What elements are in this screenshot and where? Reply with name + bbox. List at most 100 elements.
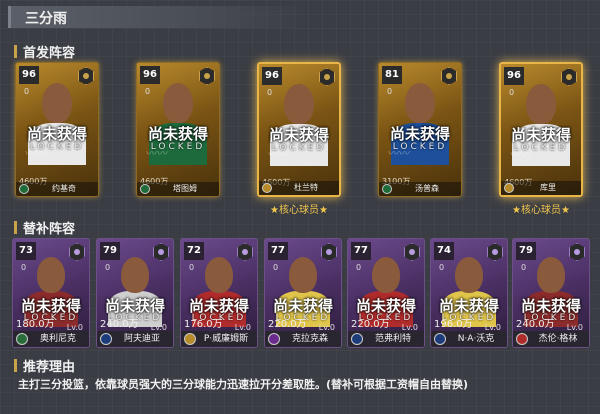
overall-rating: 79 bbox=[100, 242, 120, 260]
badge-dot bbox=[409, 249, 415, 255]
player-name: 奥利尼克 bbox=[39, 334, 76, 344]
overall-rating: 72 bbox=[184, 242, 204, 260]
badge-dot bbox=[158, 249, 164, 255]
player-head bbox=[163, 83, 193, 123]
bench-heading: 替补阵容 bbox=[14, 218, 75, 237]
starter-card[interactable]: 810〰〰尚未获得LOCKED3100万汤普森 bbox=[378, 62, 462, 197]
player-name: 阿夫迪亚 bbox=[123, 334, 160, 344]
overall-rating: 79 bbox=[516, 242, 536, 260]
sub-rating: 0 bbox=[21, 263, 27, 272]
sub-rating: 0 bbox=[189, 263, 195, 272]
bench-title: 替补阵容 bbox=[23, 222, 76, 237]
salary-value: 196.0万 bbox=[434, 319, 473, 330]
player-name: 塔图姆 bbox=[173, 184, 197, 193]
overall-rating: 74 bbox=[434, 242, 454, 260]
salary-value: 220.0万 bbox=[268, 319, 307, 330]
team-logo-icon bbox=[19, 184, 29, 194]
badge-dot bbox=[326, 249, 332, 255]
sub-rating: 0 bbox=[105, 263, 111, 272]
starter-card[interactable]: 960〰〰尚未获得LOCKED4600万库里 bbox=[499, 62, 583, 197]
bench-card[interactable]: 79 0 尚未获得 LOCKED 240.0万 Lv.0 阿夫迪亚 bbox=[96, 238, 174, 348]
starters-title: 首发阵容 bbox=[23, 46, 76, 61]
sub-rating: 0 bbox=[145, 87, 151, 96]
overall-rating: 96 bbox=[262, 67, 282, 85]
player-name: 杜兰特 bbox=[294, 183, 318, 192]
overall-rating: 81 bbox=[382, 66, 402, 84]
sub-rating: 0 bbox=[509, 88, 515, 97]
player-head bbox=[455, 257, 483, 293]
badge-dot bbox=[566, 74, 572, 80]
page-title-bar: 三分雨 bbox=[8, 6, 308, 28]
starter-card[interactable]: 960〰〰尚未获得LOCKED4600万塔图姆 bbox=[136, 62, 220, 197]
sub-rating: 0 bbox=[439, 263, 445, 272]
player-head bbox=[526, 84, 556, 124]
badge-dot bbox=[242, 249, 248, 255]
overall-rating: 77 bbox=[351, 242, 371, 260]
player-name: 汤普森 bbox=[415, 184, 439, 193]
sub-rating: 0 bbox=[521, 263, 527, 272]
team-logo-icon bbox=[382, 184, 392, 194]
bench-card[interactable]: 77 0 尚未获得 LOCKED 220.0万 Lv.0 范弗利特 bbox=[347, 238, 425, 348]
core-player-label: ★核心球员★ bbox=[512, 205, 570, 216]
reason-title: 推荐理由 bbox=[23, 360, 76, 375]
overall-rating: 96 bbox=[140, 66, 160, 84]
badge-dot bbox=[492, 249, 498, 255]
locked-label-en: LOCKED bbox=[392, 142, 448, 152]
locked-label-en: LOCKED bbox=[29, 142, 85, 152]
badge-dot bbox=[574, 249, 580, 255]
player-head bbox=[405, 83, 435, 123]
player-name: P·威廉姆斯 bbox=[203, 334, 249, 344]
player-head bbox=[537, 257, 565, 293]
locked-label: 尚未获得 bbox=[389, 125, 450, 143]
player-head bbox=[121, 257, 149, 293]
starter-card[interactable]: 960〰〰尚未获得LOCKED4600万杜兰特 bbox=[257, 62, 341, 197]
locked-label-en: LOCKED bbox=[513, 143, 569, 153]
locked-label: 尚未获得 bbox=[268, 126, 329, 144]
overall-rating: 96 bbox=[19, 66, 39, 84]
bench-card[interactable]: 77 0 尚未获得 LOCKED 220.0万 Lv.0 克拉克森 bbox=[264, 238, 342, 348]
player-name: 约基奇 bbox=[52, 184, 76, 193]
sub-rating: 0 bbox=[387, 87, 393, 96]
salary-value: 176.0万 bbox=[184, 319, 223, 330]
starter-card[interactable]: 960〰〰尚未获得LOCKED4600万约基奇 bbox=[15, 62, 99, 197]
badge-dot bbox=[74, 249, 80, 255]
salary-value: 240.0万 bbox=[516, 319, 555, 330]
core-player-label: ★核心球员★ bbox=[270, 205, 328, 216]
locked-label: 尚未获得 bbox=[147, 125, 208, 143]
locked-label-en: LOCKED bbox=[150, 142, 206, 152]
locked-label: 尚未获得 bbox=[26, 125, 87, 143]
player-name: 范弗利特 bbox=[374, 334, 411, 344]
player-head bbox=[284, 84, 314, 124]
reason-text: 主打三分投篮，依靠球员强大的三分球能力迅速拉开分差取胜。(替补可根据工资帽自由替… bbox=[18, 378, 469, 391]
locked-label: 尚未获得 bbox=[510, 126, 571, 144]
badge-dot bbox=[446, 73, 452, 79]
reason-heading: 推荐理由 bbox=[14, 356, 75, 375]
player-name: N·A·沃克 bbox=[457, 334, 495, 344]
badge-dot bbox=[83, 73, 89, 79]
player-name: 克拉克森 bbox=[291, 334, 328, 344]
player-head bbox=[42, 83, 72, 123]
team-logo-icon bbox=[504, 183, 514, 193]
salary-value: 240.0万 bbox=[100, 319, 139, 330]
locked-label-en: LOCKED bbox=[271, 143, 327, 153]
player-head bbox=[372, 257, 400, 293]
page-title: 三分雨 bbox=[25, 11, 67, 27]
sub-rating: 0 bbox=[273, 263, 279, 272]
sub-rating: 0 bbox=[356, 263, 362, 272]
starters-heading: 首发阵容 bbox=[14, 42, 75, 61]
salary-value: 180.0万 bbox=[16, 319, 55, 330]
bench-card[interactable]: 74 0 尚未获得 LOCKED 196.0万 Lv.0 N·A·沃克 bbox=[430, 238, 508, 348]
badge-dot bbox=[204, 73, 210, 79]
player-name: 杰伦·格林 bbox=[538, 334, 578, 344]
bench-card[interactable]: 79 0 尚未获得 LOCKED 240.0万 Lv.0 杰伦·格林 bbox=[512, 238, 590, 348]
overall-rating: 73 bbox=[16, 242, 36, 260]
team-logo-icon bbox=[140, 184, 150, 194]
bench-card[interactable]: 72 0 尚未获得 LOCKED 176.0万 Lv.0 P·威廉姆斯 bbox=[180, 238, 258, 348]
player-head bbox=[205, 257, 233, 293]
team-logo-icon bbox=[262, 183, 272, 193]
sub-rating: 0 bbox=[267, 88, 273, 97]
player-head bbox=[37, 257, 65, 293]
overall-rating: 96 bbox=[504, 67, 524, 85]
bench-card[interactable]: 73 0 尚未获得 LOCKED 180.0万 Lv.0 奥利尼克 bbox=[12, 238, 90, 348]
salary-value: 220.0万 bbox=[351, 319, 390, 330]
